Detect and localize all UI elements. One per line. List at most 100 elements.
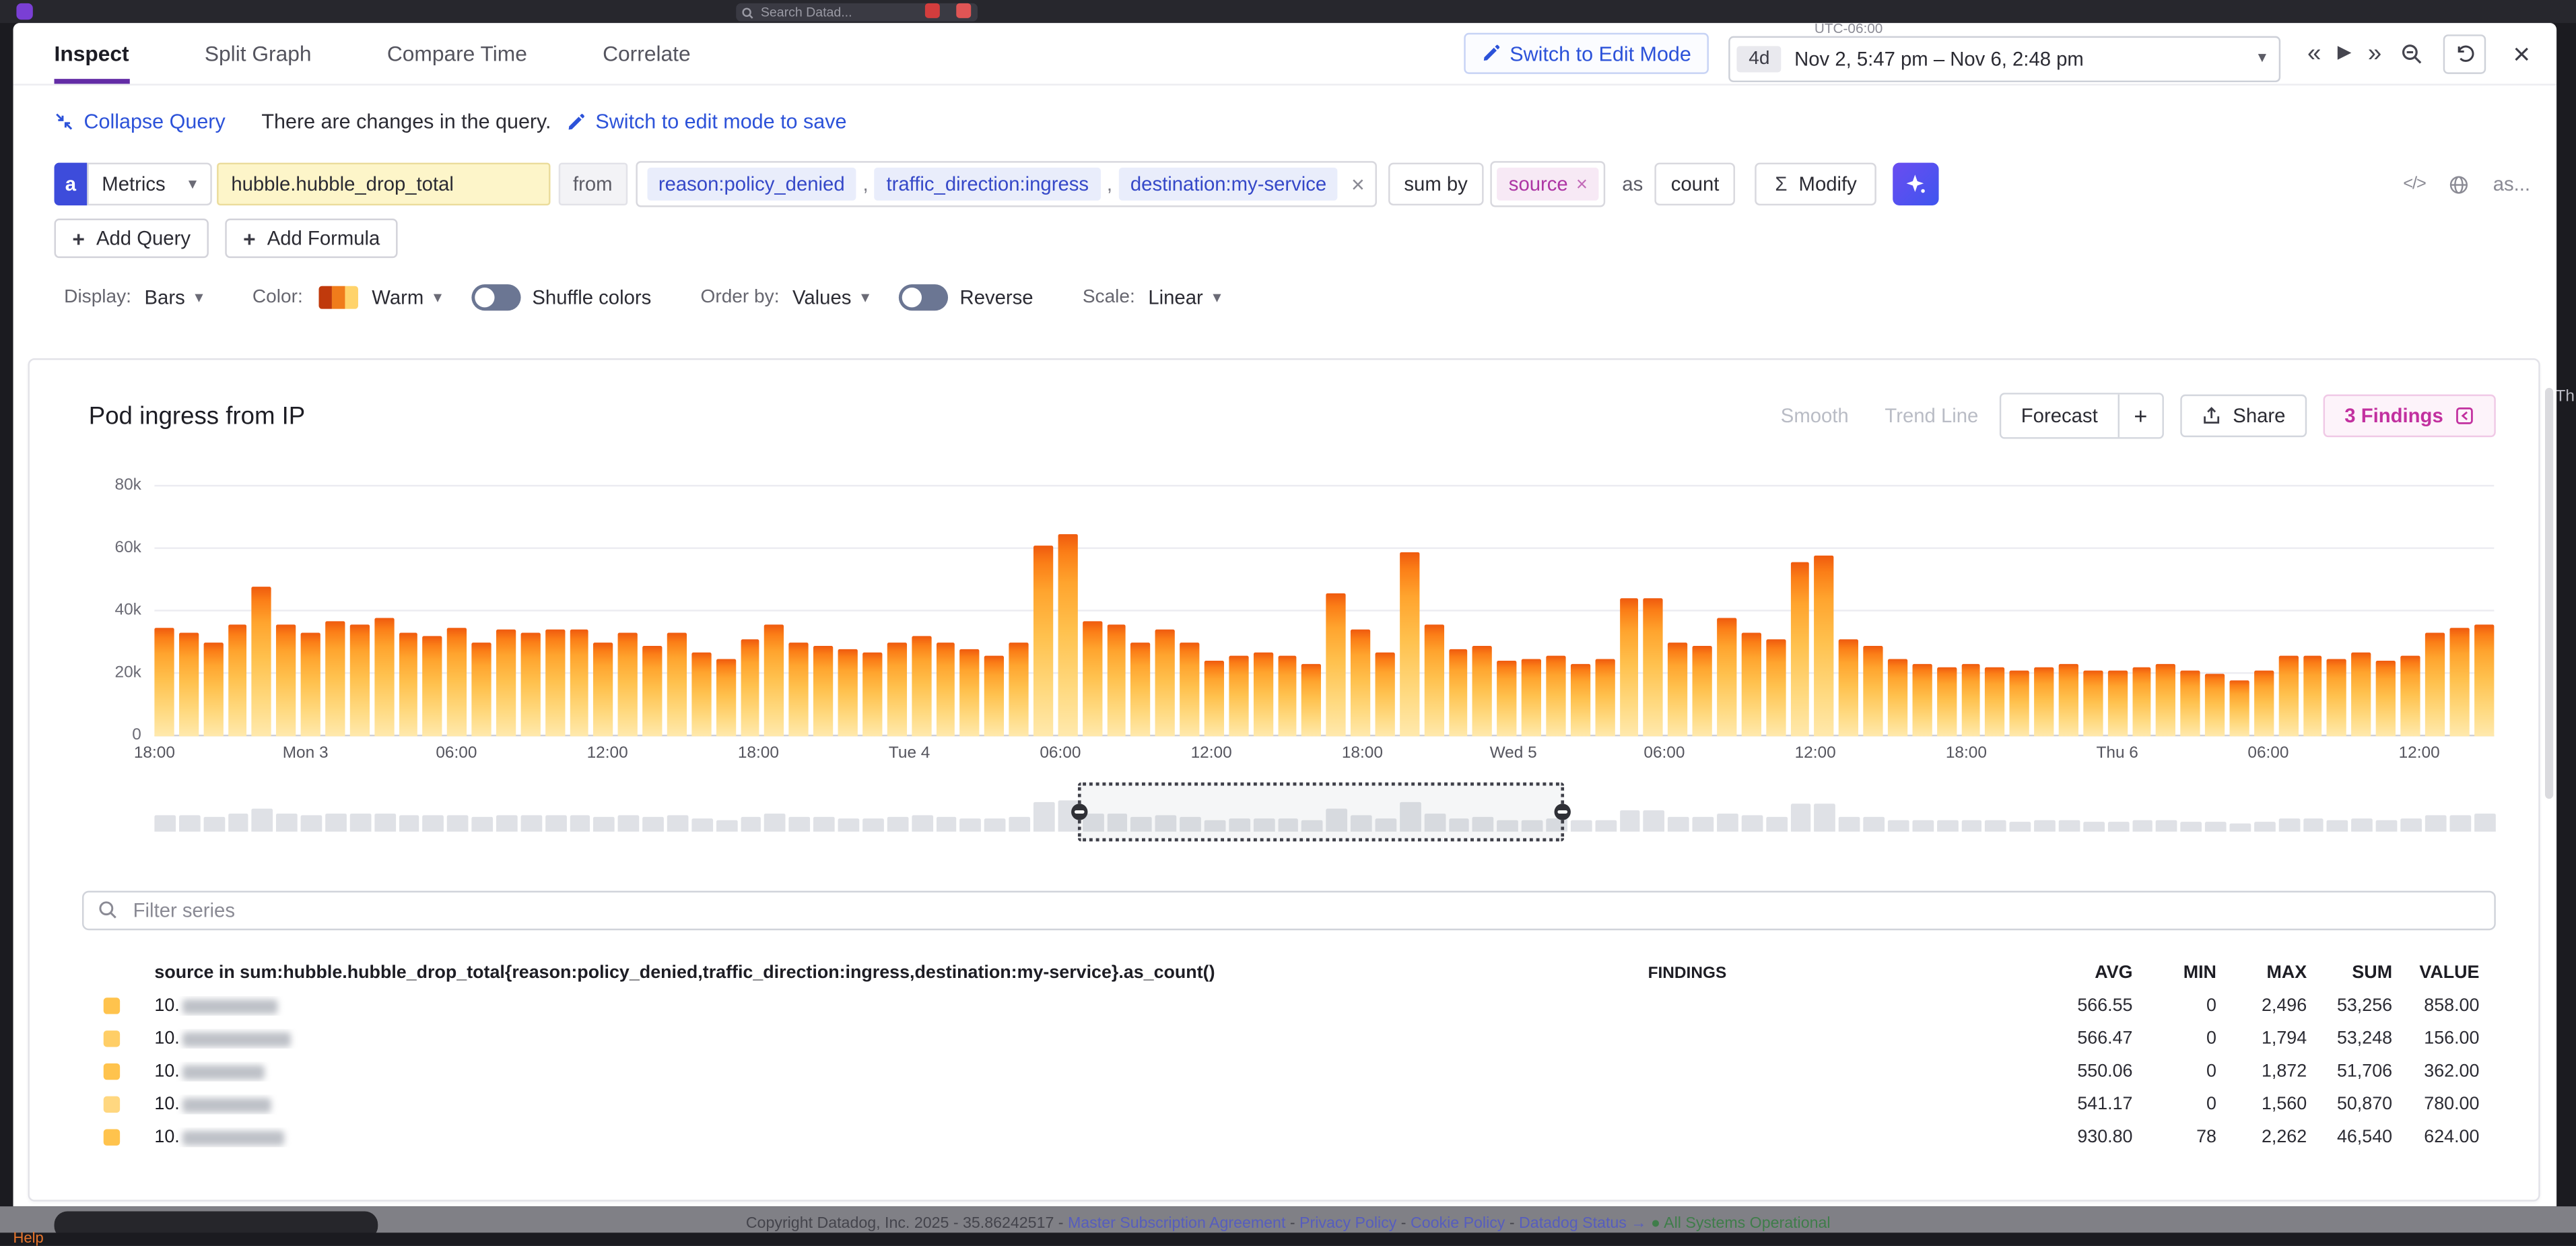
metric-name-input[interactable]: hubble.hubble_drop_total xyxy=(216,163,549,205)
switch-to-edit-mode-button[interactable]: Switch to Edit Mode xyxy=(1464,33,1709,74)
sum-by-select[interactable]: sum by xyxy=(1388,163,1484,205)
filter-tag[interactable]: destination:my-service xyxy=(1119,168,1338,201)
mini-chart-bar xyxy=(1815,803,1835,831)
add-query-button[interactable]: + Add Query xyxy=(55,219,209,259)
column-header-value[interactable]: VALUE xyxy=(2408,963,2495,983)
scrollbar[interactable] xyxy=(2545,388,2553,799)
findings-label: 3 Findings xyxy=(2344,404,2443,427)
tab-inspect[interactable]: Inspect xyxy=(55,23,129,84)
tab-split-graph[interactable]: Split Graph xyxy=(205,23,312,84)
add-formula-button[interactable]: + Add Formula xyxy=(225,219,398,259)
chart-plot-area[interactable]: 020k40k60k80k xyxy=(154,486,2494,736)
reverse-toggle[interactable] xyxy=(899,284,948,310)
table-row[interactable]: 10.566.5502,49653,256858.00 xyxy=(82,989,2496,1022)
findings-button[interactable]: 3 Findings xyxy=(2324,395,2496,437)
color-select[interactable]: Warm ▾ xyxy=(372,286,442,309)
clear-filters-button[interactable]: × xyxy=(1351,172,1365,195)
help-button[interactable]: Help xyxy=(13,1229,44,1245)
group-by-tag-label: source xyxy=(1509,172,1568,195)
column-header-min[interactable]: MIN xyxy=(2149,963,2233,983)
chart-bar xyxy=(1302,665,1322,737)
footer-link[interactable]: Master Subscription Agreement xyxy=(1068,1214,1285,1233)
plus-icon: + xyxy=(243,226,256,251)
filter-tag[interactable]: traffic_direction:ingress xyxy=(875,168,1100,201)
column-header-max[interactable]: MAX xyxy=(2233,963,2323,983)
collapse-query-link[interactable]: Collapse Query xyxy=(55,110,226,133)
mini-chart-bar xyxy=(2352,818,2373,832)
chart-bar xyxy=(1741,633,1761,736)
overview-brush[interactable] xyxy=(154,789,2494,831)
tab-compare-time[interactable]: Compare Time xyxy=(387,23,527,84)
tab-correlate[interactable]: Correlate xyxy=(603,23,690,84)
column-header-avg[interactable]: AVG xyxy=(1977,963,2149,983)
remove-group-icon[interactable]: × xyxy=(1576,172,1588,195)
globe-icon[interactable] xyxy=(2449,173,2470,195)
modify-button[interactable]: Σ Modify xyxy=(1755,163,1876,205)
mini-chart-bar xyxy=(2157,820,2177,832)
add-overlay-button[interactable]: + xyxy=(2117,395,2162,437)
order-by-select[interactable]: Values ▾ xyxy=(792,286,869,309)
switch-to-edit-mode-save-link[interactable]: Switch to edit mode to save xyxy=(568,110,847,133)
scale-select[interactable]: Linear ▾ xyxy=(1148,286,1221,309)
reverse-label: Reverse xyxy=(960,286,1033,309)
display-select[interactable]: Bars ▾ xyxy=(145,286,203,309)
x-axis-label: 12:00 xyxy=(1795,744,1836,762)
skip-forward-button[interactable]: » xyxy=(2368,41,2381,66)
table-row[interactable]: 10.550.0601,87251,706362.00 xyxy=(82,1055,2496,1088)
column-header-sum[interactable]: SUM xyxy=(2324,963,2409,983)
mini-chart-bar xyxy=(1033,801,1054,832)
table-row[interactable]: 10.566.4701,79453,248156.00 xyxy=(82,1022,2496,1055)
share-button[interactable]: Share xyxy=(2180,395,2307,437)
mini-chart-bar xyxy=(911,816,932,831)
display-value: Bars xyxy=(145,286,185,309)
time-widget-wrap: UTC-06:00 4d Nov 2, 5:47 pm – Nov 6, 2:4… xyxy=(1729,35,2281,81)
chart-bar xyxy=(1058,533,1077,736)
shuffle-colors-toggle[interactable] xyxy=(471,284,520,310)
global-search-input[interactable]: Search Datad... xyxy=(736,3,978,22)
mini-chart-bar xyxy=(2059,820,2080,832)
mini-chart-bar xyxy=(277,814,298,831)
forecast-group: Forecast + xyxy=(2000,393,2164,438)
aggregator-select[interactable]: count xyxy=(1654,163,1735,205)
group-by-tag[interactable]: source × xyxy=(1497,168,1599,201)
close-button[interactable]: × xyxy=(2513,38,2530,68)
smooth-button[interactable]: Smooth xyxy=(1763,395,1867,437)
cell-max: 1,560 xyxy=(2233,1094,2323,1114)
mini-chart-bar xyxy=(423,816,444,831)
footer-link[interactable]: Privacy Policy xyxy=(1299,1214,1396,1233)
table-row[interactable]: 10.541.1701,56050,870780.00 xyxy=(82,1088,2496,1121)
play-button[interactable]: ▶ xyxy=(2338,44,2352,63)
ai-assistant-button[interactable] xyxy=(1893,163,1938,205)
chart-bar xyxy=(2035,667,2054,736)
code-view-icon[interactable]: </> xyxy=(2403,174,2425,194)
mini-chart-bar xyxy=(1693,818,1714,832)
chart-bar xyxy=(1643,599,1663,736)
series-color-swatch xyxy=(82,1030,154,1047)
mini-chart-bar xyxy=(399,816,419,832)
brush-selection[interactable] xyxy=(1079,783,1565,842)
brush-handle-right[interactable] xyxy=(1555,804,1571,820)
forecast-button[interactable]: Forecast xyxy=(2002,395,2117,437)
reset-zoom-button[interactable] xyxy=(2444,34,2486,73)
as-more-label[interactable]: as... xyxy=(2493,172,2530,195)
cell-value: 780.00 xyxy=(2408,1094,2495,1114)
tab-label: Split Graph xyxy=(205,41,312,66)
mini-chart-bar xyxy=(594,817,615,832)
data-source-select[interactable]: Metrics ▾ xyxy=(87,163,211,205)
query-actions-row: + Add Query + Add Formula xyxy=(55,220,2557,257)
footer-text: Copyright Datadog, Inc. 2025 - 35.862425… xyxy=(0,1214,2576,1233)
filter-tag[interactable]: reason:policy_denied xyxy=(647,168,856,201)
y-axis-label: 60k xyxy=(115,539,141,557)
trend-line-button[interactable]: Trend Line xyxy=(1867,395,1997,437)
skip-back-button[interactable]: « xyxy=(2307,41,2321,66)
footer-link[interactable]: Cookie Policy xyxy=(1411,1214,1505,1233)
table-row[interactable]: 10.930.80782,26246,540624.00 xyxy=(82,1121,2496,1154)
time-range-picker[interactable]: 4d Nov 2, 5:47 pm – Nov 6, 2:48 pm ▾ xyxy=(1729,35,2281,81)
ip-prefix-text: 10. xyxy=(154,1029,179,1049)
redacted-text xyxy=(183,1097,272,1112)
mini-chart-bar xyxy=(2035,821,2056,832)
zoom-out-button[interactable] xyxy=(2401,42,2424,65)
brush-handle-left[interactable] xyxy=(1072,804,1088,820)
filter-series-input[interactable] xyxy=(82,891,2496,931)
footer-link[interactable]: Datadog Status → xyxy=(1519,1214,1646,1233)
